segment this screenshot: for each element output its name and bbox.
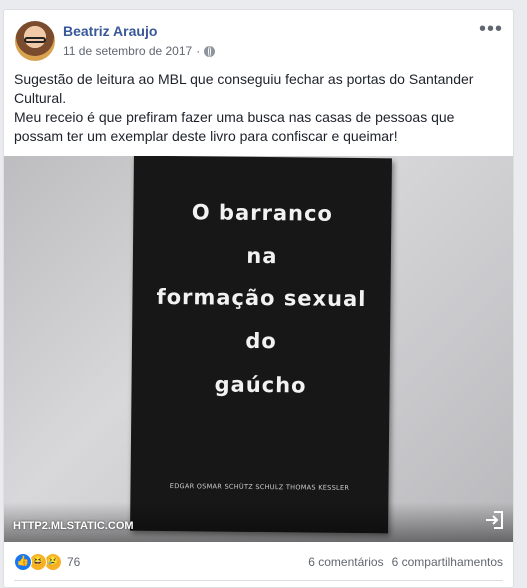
post-paragraph: Meu receio é que prefiram fazer uma busc… — [14, 109, 455, 144]
reactions[interactable]: 👍 😆 😢 76 — [14, 553, 80, 571]
book-title-line: do — [245, 328, 277, 354]
post-photo[interactable]: O barranco na formação sexual do gaúcho … — [4, 156, 513, 542]
book-authors: EDGAR OSMAR SCHÜTZ SCHULZ THOMAS KESSLER — [169, 482, 350, 492]
link-source[interactable]: HTTP2.MLSTATIC.COM — [13, 520, 134, 532]
book-title-line: na — [246, 243, 278, 269]
avatar[interactable] — [15, 21, 55, 61]
post-card: Beatriz Araujo 11 de setembro de 2017 · … — [3, 9, 514, 588]
book-title-line: O barranco — [191, 200, 334, 226]
post-header: Beatriz Araujo 11 de setembro de 2017 · … — [14, 19, 503, 64]
comments-count[interactable]: 6 comentários — [308, 555, 383, 569]
post-text: Sugestão de leitura ao MBL que conseguiu… — [14, 70, 504, 146]
globe-icon[interactable] — [204, 45, 216, 57]
book-title-line: formação sexual — [156, 284, 367, 312]
post-date[interactable]: 11 de setembro de 2017 — [63, 44, 192, 58]
open-link-icon[interactable] — [483, 509, 505, 531]
author-name[interactable]: Beatriz Araujo — [63, 23, 157, 39]
post-paragraph: Sugestão de leitura ao MBL que conseguiu… — [14, 71, 474, 106]
divider — [14, 580, 503, 581]
book-cover: O barranco na formação sexual do gaúcho … — [130, 156, 392, 534]
more-options-icon[interactable]: ••• — [479, 19, 503, 39]
like-icon: 👍 — [14, 553, 32, 571]
shares-count[interactable]: 6 compartilhamentos — [392, 555, 503, 569]
reaction-count[interactable]: 76 — [67, 555, 80, 569]
post-meta: 11 de setembro de 2017 · — [63, 44, 216, 58]
post-footer: 👍 😆 😢 76 6 comentários 6 compartilhament… — [14, 550, 503, 574]
book-title-line: gaúcho — [214, 372, 307, 398]
